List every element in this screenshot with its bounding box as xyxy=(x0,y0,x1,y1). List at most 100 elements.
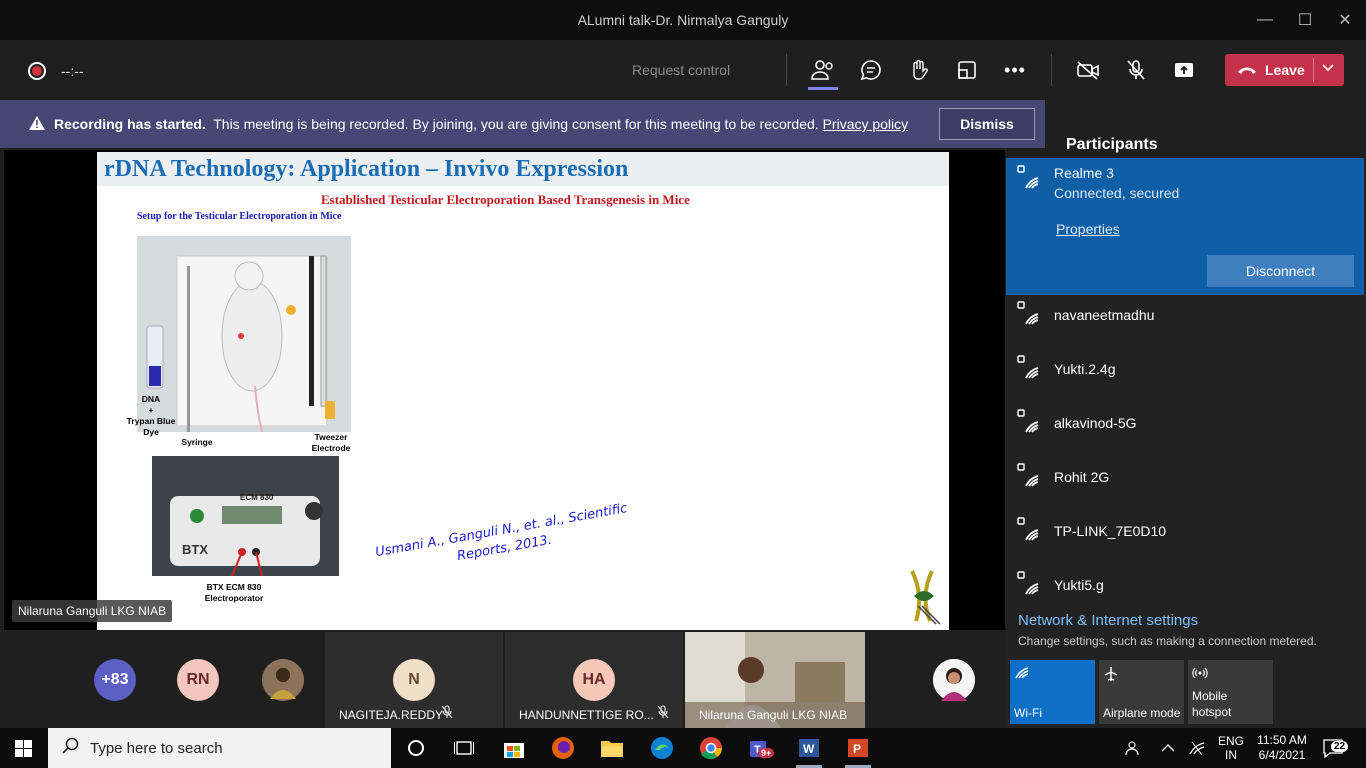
taskbar-search-box[interactable]: Type here to search xyxy=(48,728,391,768)
chevron-down-icon[interactable] xyxy=(1321,61,1335,78)
quick-action-hotspot[interactable]: Mobile hotspot xyxy=(1188,660,1273,724)
clock-date: 6/4/2021 xyxy=(1258,748,1306,762)
request-control-button[interactable]: Request control xyxy=(632,62,730,78)
wifi-secured-icon xyxy=(1017,517,1039,541)
dismiss-button[interactable]: Dismiss xyxy=(939,108,1035,140)
active-network-status: Connected, secured xyxy=(1054,185,1180,201)
wifi-network-item[interactable]: TP-LINK_7E0D10 xyxy=(1006,504,1364,558)
wifi-network-name: Yukti.2.4g xyxy=(1054,361,1116,377)
wifi-secured-icon xyxy=(1017,571,1039,595)
participants-panel-header: Participants xyxy=(1045,100,1366,153)
wifi-network-name: Rohit 2G xyxy=(1054,469,1110,485)
edge-icon[interactable] xyxy=(648,734,676,762)
notifications-icon[interactable]: 22 xyxy=(1322,728,1349,768)
label-electroporator: BTX ECM 830 Electroporator xyxy=(204,582,264,603)
chevron-up-icon[interactable] xyxy=(1161,728,1175,768)
warning-icon xyxy=(28,115,46,134)
svg-text:P: P xyxy=(853,742,861,756)
wifi-secured-icon xyxy=(1017,463,1039,487)
label-dna-dye: DNA + Trypan Blue Dye xyxy=(126,394,176,437)
firefox-icon[interactable] xyxy=(549,734,577,762)
meeting-toolbar: --:-- Request control ••• Leave xyxy=(0,40,1366,100)
region-code: IN xyxy=(1225,748,1237,762)
quick-action-wifi[interactable]: Wi-Fi xyxy=(1010,660,1095,724)
wifi-icon xyxy=(1015,667,1029,679)
close-button[interactable]: ✕ xyxy=(1325,0,1365,40)
store-icon[interactable] xyxy=(500,734,528,762)
privacy-policy-link[interactable]: Privacy policy xyxy=(823,116,909,132)
network-tray-icon[interactable] xyxy=(1188,728,1206,768)
word-icon[interactable]: W xyxy=(795,734,823,762)
breakout-icon[interactable] xyxy=(953,56,981,84)
banner-text: This meeting is being recorded. By joini… xyxy=(213,116,819,132)
quick-action-label: Wi-Fi xyxy=(1014,706,1042,720)
participant-video-tile[interactable]: Nilaruna Ganguli LKG NIAB xyxy=(685,632,865,728)
active-network[interactable]: Realme 3 Connected, secured Properties D… xyxy=(1006,158,1364,295)
leave-label: Leave xyxy=(1265,62,1305,78)
quick-action-airplane[interactable]: Airplane mode xyxy=(1099,660,1184,724)
presentation-slide: rDNA Technology: Application – Invivo Ex… xyxy=(97,152,949,630)
window-title: ALumni talk-Dr. Nirmalya Ganguly xyxy=(577,12,789,28)
input-language[interactable]: ENG IN xyxy=(1218,728,1244,768)
wifi-secured-icon xyxy=(1017,165,1039,189)
task-view-icon[interactable] xyxy=(450,734,478,762)
overflow-participants-avatar[interactable]: +83 xyxy=(94,659,136,701)
close-icon: ✕ xyxy=(1338,12,1352,29)
participant-tile[interactable]: N NAGITEJA.REDDY xyxy=(325,632,503,728)
mic-muted-icon xyxy=(657,705,669,722)
slide-setup-caption: Setup for the Testicular Electroporation… xyxy=(137,211,342,222)
wifi-network-name: alkavinod-5G xyxy=(1054,415,1137,431)
powerpoint-icon[interactable]: P xyxy=(844,734,872,762)
windows-start-icon[interactable] xyxy=(15,740,32,762)
chat-icon[interactable] xyxy=(857,56,885,84)
wifi-network-item[interactable]: Yukti5.g xyxy=(1006,558,1364,612)
raise-hand-icon[interactable] xyxy=(905,56,933,84)
clock[interactable]: 11:50 AM 6/4/2021 xyxy=(1254,728,1310,768)
chrome-icon[interactable] xyxy=(697,734,725,762)
toolbar-divider xyxy=(1051,54,1052,86)
participant-avatar: N xyxy=(393,659,435,701)
participants-icon[interactable] xyxy=(809,56,837,84)
recording-icon xyxy=(28,62,46,80)
wifi-network-item[interactable]: alkavinod-5G xyxy=(1006,396,1364,450)
wifi-network-item[interactable]: Rohit 2G xyxy=(1006,450,1364,504)
share-icon[interactable] xyxy=(1170,56,1198,84)
device-brand: BTX xyxy=(182,542,208,557)
network-settings-link[interactable]: Network & Internet settings xyxy=(1018,612,1198,629)
wifi-network-name: navaneetmadhu xyxy=(1054,307,1155,323)
cortana-icon[interactable] xyxy=(402,734,430,762)
network-settings-desc: Change settings, such as making a connec… xyxy=(1018,634,1317,648)
participant-avatar: HA xyxy=(573,659,615,701)
search-icon xyxy=(62,737,80,760)
more-options-icon[interactable]: ••• xyxy=(1001,56,1029,84)
properties-link[interactable]: Properties xyxy=(1056,221,1120,237)
minimize-button[interactable]: — xyxy=(1245,0,1285,40)
participant-name: NAGITEJA.REDDY xyxy=(339,708,444,722)
disconnect-button[interactable]: Disconnect xyxy=(1207,255,1354,287)
slide-header: rDNA Technology: Application – Invivo Ex… xyxy=(97,152,949,186)
camera-off-icon[interactable] xyxy=(1074,56,1102,84)
leave-button[interactable]: Leave xyxy=(1225,54,1344,86)
slide-subtitle: Established Testicular Electroporation B… xyxy=(321,192,690,207)
avatar-photo[interactable] xyxy=(262,659,304,701)
avatar-rn[interactable]: RN xyxy=(177,659,219,701)
wifi-secured-icon xyxy=(1017,409,1039,433)
wifi-network-item[interactable]: navaneetmadhu xyxy=(1006,288,1364,342)
mic-off-icon[interactable] xyxy=(1122,56,1150,84)
teams-icon[interactable]: T 9+ xyxy=(746,734,775,762)
maximize-button[interactable]: ☐ xyxy=(1285,0,1325,40)
windows-taskbar: Type here to search T 9+ W P ENG IN 11:5… xyxy=(0,728,1366,768)
wifi-network-name: TP-LINK_7E0D10 xyxy=(1054,523,1167,539)
avatar-photo[interactable] xyxy=(933,659,975,701)
file-explorer-icon[interactable] xyxy=(598,734,626,762)
participant-tile[interactable]: HA HANDUNNETTIGE RO... xyxy=(505,632,683,728)
presenter-name-tag: Nilaruna Ganguli LKG NIAB xyxy=(12,600,173,622)
people-icon[interactable] xyxy=(1124,728,1142,768)
wifi-network-item[interactable]: Yukti.2.4g xyxy=(1006,342,1364,396)
search-placeholder: Type here to search xyxy=(90,739,223,757)
wifi-secured-icon xyxy=(1017,301,1039,325)
teams-badge: 9+ xyxy=(758,748,775,758)
hotspot-icon xyxy=(1192,667,1208,679)
maximize-icon: ☐ xyxy=(1297,12,1313,29)
title-bar: ALumni talk-Dr. Nirmalya Ganguly — ☐ ✕ xyxy=(0,0,1366,40)
